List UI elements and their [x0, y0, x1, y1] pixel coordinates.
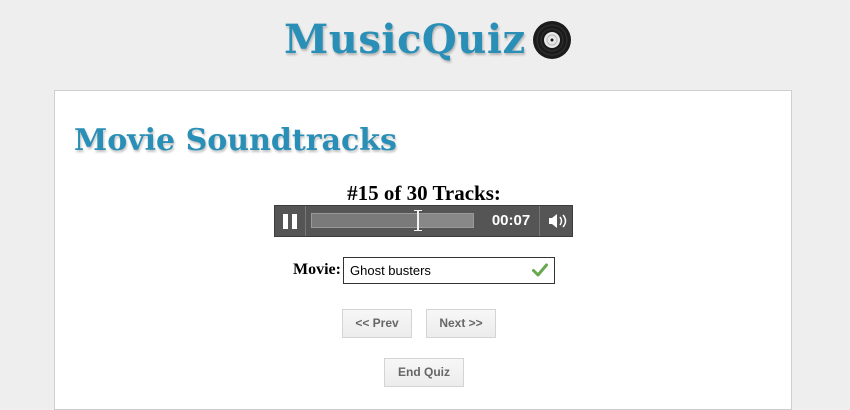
header: MusicQuiz	[0, 0, 850, 90]
logo-text: MusicQuiz	[284, 16, 526, 63]
playback-time: 00:07	[491, 212, 531, 229]
movie-field[interactable]	[343, 257, 555, 284]
movie-input[interactable]	[344, 258, 530, 283]
check-icon	[532, 263, 548, 277]
pause-button[interactable]	[275, 206, 306, 236]
movie-label: Movie:	[293, 261, 341, 278]
quiz-title: Movie Soundtracks	[74, 123, 397, 158]
seek-handle[interactable]	[414, 210, 423, 231]
prev-button[interactable]: << Prev	[342, 309, 412, 338]
next-button[interactable]: Next >>	[426, 309, 496, 338]
volume-button[interactable]	[539, 206, 572, 236]
seek-progress	[312, 214, 419, 227]
seek-bar[interactable]	[311, 210, 474, 231]
logo[interactable]: MusicQuiz	[284, 10, 572, 70]
volume-icon	[549, 214, 567, 228]
quiz-panel: Movie Soundtracks #15 of 30 Tracks: 00:0…	[54, 90, 792, 410]
end-quiz-button[interactable]: End Quiz	[384, 358, 464, 387]
track-counter: #15 of 30 Tracks:	[347, 181, 501, 205]
audio-player: 00:07	[274, 205, 573, 237]
vinyl-record-icon	[532, 21, 571, 59]
